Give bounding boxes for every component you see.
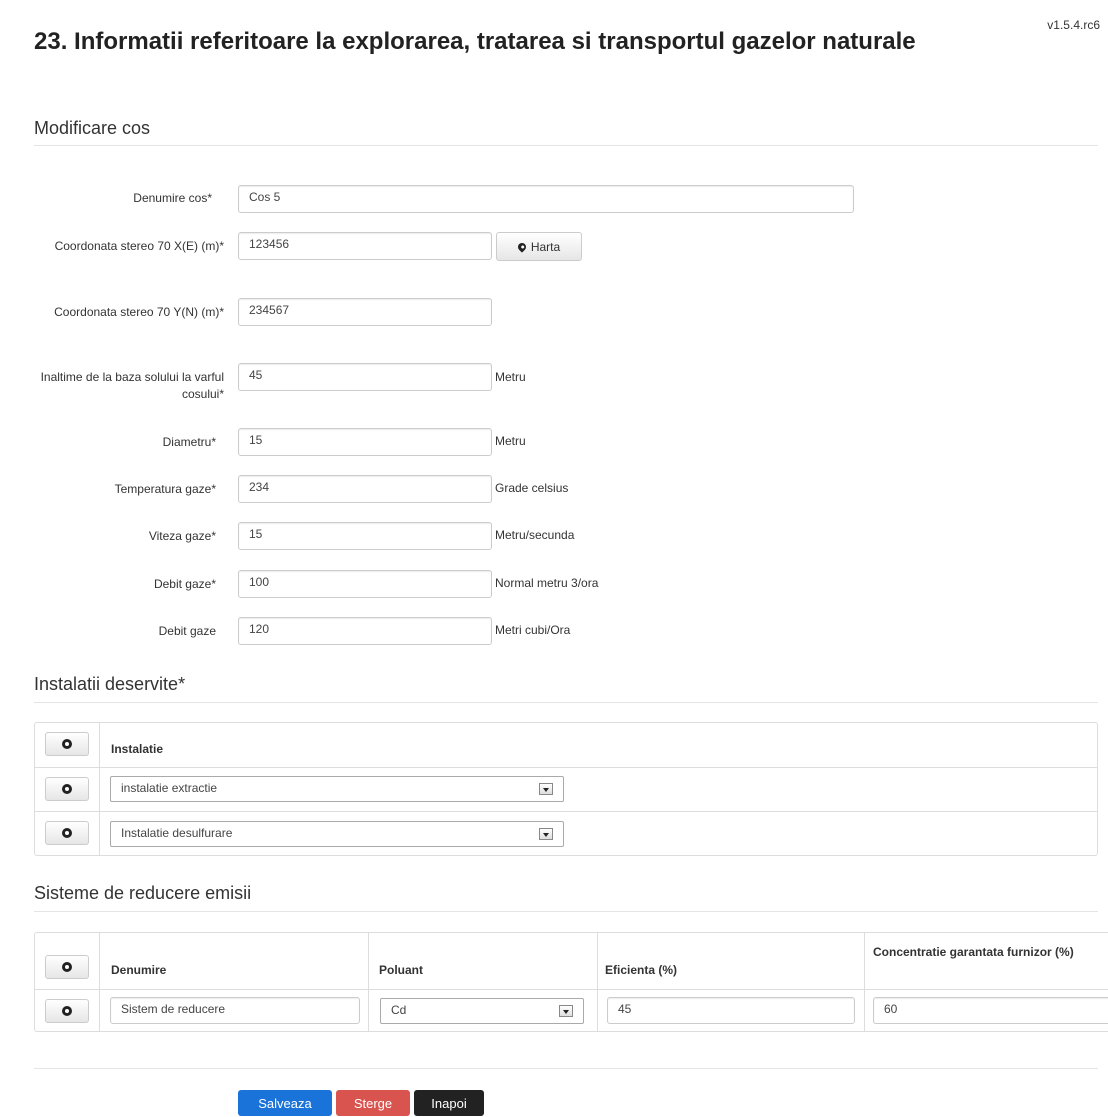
add-installation-button[interactable] <box>45 732 89 756</box>
remove-installation-button[interactable] <box>45 821 89 845</box>
viteza-input[interactable]: 15 <box>238 522 492 550</box>
section-title-instalatii: Instalatii deservite* <box>34 674 186 694</box>
header-eficienta: Eficienta (%) <box>605 963 678 977</box>
remove-circle-icon <box>62 1006 72 1016</box>
debit-gaze-normal-unit: Normal metru 3/ora <box>495 576 599 590</box>
label-denumire-cos: Denumire cos* <box>133 191 212 205</box>
divider <box>34 911 1098 912</box>
remove-circle-icon <box>62 784 72 794</box>
installation-select[interactable]: Instalatie desulfurare <box>110 821 564 847</box>
delete-button[interactable]: Sterge <box>336 1090 410 1116</box>
diametru-unit: Metru <box>495 434 526 448</box>
label-debit-gaze-normal: Debit gaze* <box>153 577 216 591</box>
dropdown-arrow-icon[interactable] <box>559 1005 573 1017</box>
back-button[interactable]: Inapoi <box>414 1090 484 1116</box>
version-label: v1.5.4.rc6 <box>1047 18 1100 32</box>
remove-circle-icon <box>62 828 72 838</box>
page-title: 23. Informatii referitoare la explorarea… <box>34 28 916 55</box>
label-debit-gaze: Debit gaze <box>158 624 216 638</box>
debit-gaze-unit: Metri cubi/Ora <box>495 623 571 637</box>
row-divider <box>35 989 1108 990</box>
map-button-label: Harta <box>530 239 561 254</box>
temperatura-input[interactable]: 234 <box>238 475 492 503</box>
column-divider <box>597 933 598 1031</box>
installation-select[interactable]: instalatie extractie <box>110 776 564 802</box>
label-temperatura: Temperatura gaze* <box>114 482 216 496</box>
viteza-unit: Metru/secunda <box>495 528 575 542</box>
denumire-cos-input[interactable]: Cos 5 <box>238 185 854 213</box>
label-coord-y: Coordonata stereo 70 Y(N) (m)* <box>54 305 224 319</box>
coord-x-input[interactable]: 123456 <box>238 232 492 260</box>
reduction-table: Denumire Poluant Eficienta (%) Concentra… <box>34 932 1108 1032</box>
row-divider <box>35 811 1097 812</box>
save-button[interactable]: Salveaza <box>238 1090 332 1116</box>
row-divider <box>35 767 1097 768</box>
installation-select-value: Instalatie desulfurare <box>121 826 233 840</box>
header-poluant: Poluant <box>379 963 423 977</box>
section-title-modificare: Modificare cos <box>34 118 151 138</box>
section-title-reducere: Sisteme de reducere emisii <box>34 883 252 903</box>
label-inaltime: Inaltime de la baza solului la varful co… <box>40 370 224 401</box>
add-reduction-button[interactable] <box>45 955 89 979</box>
reduction-denumire-input[interactable]: Sistem de reducere <box>110 997 360 1024</box>
map-marker-icon <box>516 240 528 253</box>
concentratie-input[interactable]: 60 <box>873 997 1108 1024</box>
dropdown-arrow-icon[interactable] <box>539 783 553 795</box>
divider <box>34 1068 1098 1069</box>
debit-gaze-input[interactable]: 120 <box>238 617 492 645</box>
eficienta-input[interactable]: 45 <box>607 997 855 1024</box>
divider <box>34 702 1098 703</box>
add-circle-icon <box>62 739 72 749</box>
debit-gaze-normal-input[interactable]: 100 <box>238 570 492 598</box>
header-concentratie: Concentratie garantata furnizor (%) <box>873 945 1074 959</box>
poluant-select-value: Cd <box>391 1003 407 1017</box>
inaltime-unit: Metru <box>495 370 526 384</box>
installations-table: Instalatie instalatie extractie Instalat… <box>34 722 1098 856</box>
label-diametru: Diametru* <box>162 435 216 449</box>
column-divider <box>99 933 100 1031</box>
column-divider <box>99 723 100 855</box>
remove-installation-button[interactable] <box>45 777 89 801</box>
header-denumire: Denumire <box>111 963 167 977</box>
inaltime-input[interactable]: 45 <box>238 363 492 391</box>
coord-y-input[interactable]: 234567 <box>238 298 492 326</box>
label-coord-x: Coordonata stereo 70 X(E) (m)* <box>54 239 224 253</box>
diametru-input[interactable]: 15 <box>238 428 492 456</box>
label-viteza: Viteza gaze* <box>148 529 216 543</box>
remove-reduction-button[interactable] <box>45 999 89 1023</box>
dropdown-arrow-icon[interactable] <box>539 828 553 840</box>
map-button[interactable]: Harta <box>496 232 582 261</box>
installation-select-value: instalatie extractie <box>121 781 218 795</box>
poluant-select[interactable]: Cd <box>380 998 584 1024</box>
temperatura-unit: Grade celsius <box>495 481 569 495</box>
column-divider <box>368 933 369 1031</box>
divider <box>34 145 1098 146</box>
installation-header: Instalatie <box>111 742 164 756</box>
add-circle-icon <box>62 962 72 972</box>
column-divider <box>864 933 865 1031</box>
